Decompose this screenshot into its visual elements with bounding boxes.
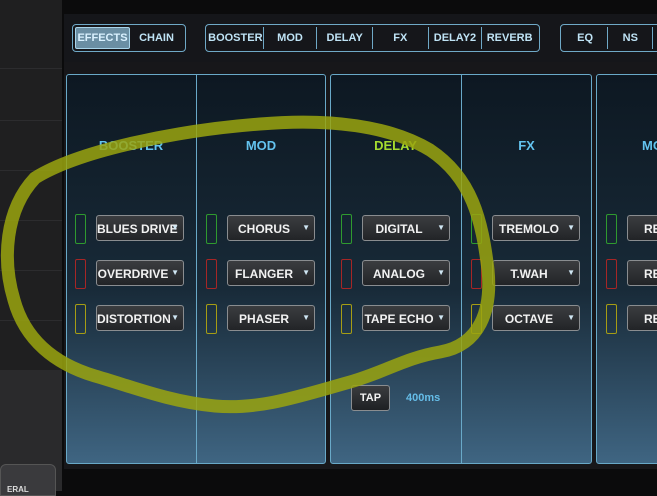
dropdown-label: PHASER: [238, 312, 289, 326]
top-tab-bar: EFFECTS CHAIN BOOSTER MOD DELAY FX DELAY…: [64, 14, 657, 62]
led-red: [206, 259, 217, 289]
mod2-slot-1-dropdown[interactable]: RE: [627, 215, 657, 241]
dropdown-arrow-icon: ▼: [302, 313, 310, 322]
dropdown-label: RE: [644, 267, 657, 281]
left-divider: [0, 320, 62, 321]
column-divider: [196, 75, 197, 463]
dropdown-label: TAPE ECHO: [364, 312, 434, 326]
dropdown-arrow-icon: ▼: [437, 268, 445, 277]
dropdown-label: DIGITAL: [375, 222, 423, 236]
tab-reverb[interactable]: REVERB: [482, 27, 537, 49]
led-red: [341, 259, 352, 289]
dropdown-label: OCTAVE: [504, 312, 554, 326]
dropdown-label: ANALOG: [373, 267, 425, 281]
extra-tab-group: EQ NS: [560, 24, 657, 52]
led-red: [471, 259, 482, 289]
left-divider: [0, 120, 62, 121]
delay-slot-2-dropdown[interactable]: ANALOG ▼: [362, 260, 450, 286]
tab-mod[interactable]: MOD: [264, 27, 318, 49]
tab-eq[interactable]: EQ: [563, 27, 609, 49]
tab-delay[interactable]: DELAY: [317, 27, 373, 49]
left-divider: [0, 220, 62, 221]
dropdown-label: T.WAH: [510, 267, 548, 281]
led-yellow: [471, 304, 482, 334]
led-green: [206, 214, 217, 244]
column-title-mod: MOD: [245, 138, 277, 153]
tab-booster[interactable]: BOOSTER: [208, 27, 264, 49]
left-panel: ERAL: [0, 0, 62, 496]
led-yellow: [75, 304, 86, 334]
led-green: [75, 214, 86, 244]
delay-slot-1-dropdown[interactable]: DIGITAL ▼: [362, 215, 450, 241]
dropdown-arrow-icon: ▼: [567, 313, 575, 322]
dropdown-arrow-icon: ▼: [171, 223, 179, 232]
dropdown-label: OVERDRIVE: [97, 267, 169, 281]
led-red: [606, 259, 617, 289]
booster-slot-3-dropdown[interactable]: DISTORTION ▼: [96, 305, 184, 331]
view-tab-group: EFFECTS CHAIN: [72, 24, 186, 52]
led-yellow: [206, 304, 217, 334]
left-tab[interactable]: ERAL: [0, 464, 56, 496]
dropdown-arrow-icon: ▼: [437, 223, 445, 232]
tab-more[interactable]: [653, 27, 657, 49]
led-yellow: [606, 304, 617, 334]
column-title-delay: DELAY: [374, 138, 417, 153]
dropdown-label: RE: [644, 222, 657, 236]
dropdown-label: BLUES DRIVE: [97, 222, 178, 236]
dropdown-label: RE: [644, 312, 657, 326]
tap-tempo-value: 400ms: [406, 392, 441, 404]
dropdown-label: DISTORTION: [97, 312, 171, 326]
mod2-slot-3-dropdown[interactable]: RE: [627, 305, 657, 331]
led-green: [471, 214, 482, 244]
dropdown-label: FLANGER: [235, 267, 293, 281]
booster-slot-2-dropdown[interactable]: OVERDRIVE ▼: [96, 260, 184, 286]
led-green: [341, 214, 352, 244]
dropdown-arrow-icon: ▼: [437, 313, 445, 322]
led-green: [606, 214, 617, 244]
dropdown-arrow-icon: ▼: [302, 223, 310, 232]
dropdown-arrow-icon: ▼: [171, 268, 179, 277]
led-yellow: [341, 304, 352, 334]
dropdown-arrow-icon: ▼: [171, 313, 179, 322]
mod-slot-1-dropdown[interactable]: CHORUS ▼: [227, 215, 315, 241]
tap-tempo-button[interactable]: TAP: [351, 385, 390, 411]
fx-slot-3-dropdown[interactable]: OCTAVE ▼: [492, 305, 580, 331]
fx-slot-2-dropdown[interactable]: T.WAH ▼: [492, 260, 580, 286]
column-title-booster: BOOSTER: [98, 138, 164, 153]
column-title-mod2: MO: [642, 138, 657, 153]
left-divider: [0, 68, 62, 69]
dropdown-label: TREMOLO: [499, 222, 559, 236]
block-tab-group: BOOSTER MOD DELAY FX DELAY2 REVERB: [205, 24, 540, 52]
tab-ns[interactable]: NS: [608, 27, 654, 49]
left-tab-label: ERAL: [7, 485, 29, 494]
booster-slot-1-dropdown[interactable]: BLUES DRIVE ▼: [96, 215, 184, 241]
mod2-slot-2-dropdown[interactable]: RE: [627, 260, 657, 286]
left-divider: [0, 270, 62, 271]
left-divider: [0, 170, 62, 171]
delay-slot-3-dropdown[interactable]: TAPE ECHO ▼: [362, 305, 450, 331]
mod-slot-2-dropdown[interactable]: FLANGER ▼: [227, 260, 315, 286]
tab-chain[interactable]: CHAIN: [130, 27, 183, 49]
dropdown-arrow-icon: ▼: [567, 223, 575, 232]
tab-delay2[interactable]: DELAY2: [429, 27, 483, 49]
column-divider: [461, 75, 462, 463]
tab-fx[interactable]: FX: [373, 27, 429, 49]
fx-slot-1-dropdown[interactable]: TREMOLO ▼: [492, 215, 580, 241]
column-title-fx: FX: [518, 138, 535, 153]
dropdown-arrow-icon: ▼: [302, 268, 310, 277]
tab-effects[interactable]: EFFECTS: [75, 27, 130, 49]
dropdown-arrow-icon: ▼: [567, 268, 575, 277]
mod-slot-3-dropdown[interactable]: PHASER ▼: [227, 305, 315, 331]
dropdown-label: CHORUS: [237, 222, 290, 236]
led-red: [75, 259, 86, 289]
